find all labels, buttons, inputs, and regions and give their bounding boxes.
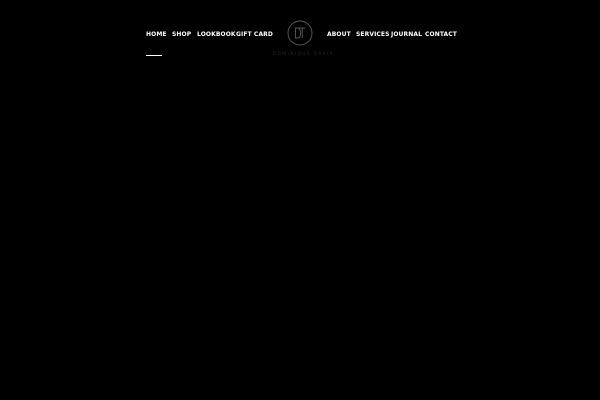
logo-subtitle: DOMINIQUE DAVIS	[273, 51, 334, 56]
nav-journal-link[interactable]: JOURNAL	[391, 30, 422, 40]
nav-contact-link[interactable]: CONTACT	[425, 30, 457, 40]
nav-lookbook-link[interactable]: LOOKBOOK	[197, 30, 236, 40]
circle-monogram-logo-icon	[287, 20, 313, 46]
hero-area	[0, 70, 600, 400]
active-nav-indicator	[146, 55, 162, 56]
nav-services-link[interactable]: SERVICES	[356, 30, 390, 40]
page: HOME SHOP LOOKBOOK GIFT CARD DOMINIQUE D…	[0, 0, 600, 400]
nav-about-link[interactable]: ABOUT	[327, 30, 351, 40]
nav-home-link[interactable]: HOME	[146, 30, 167, 40]
nav-gift-card-link[interactable]: GIFT CARD	[236, 30, 273, 40]
site-logo[interactable]: DOMINIQUE DAVIS	[273, 20, 334, 58]
nav-shop-link[interactable]: SHOP	[172, 30, 191, 40]
